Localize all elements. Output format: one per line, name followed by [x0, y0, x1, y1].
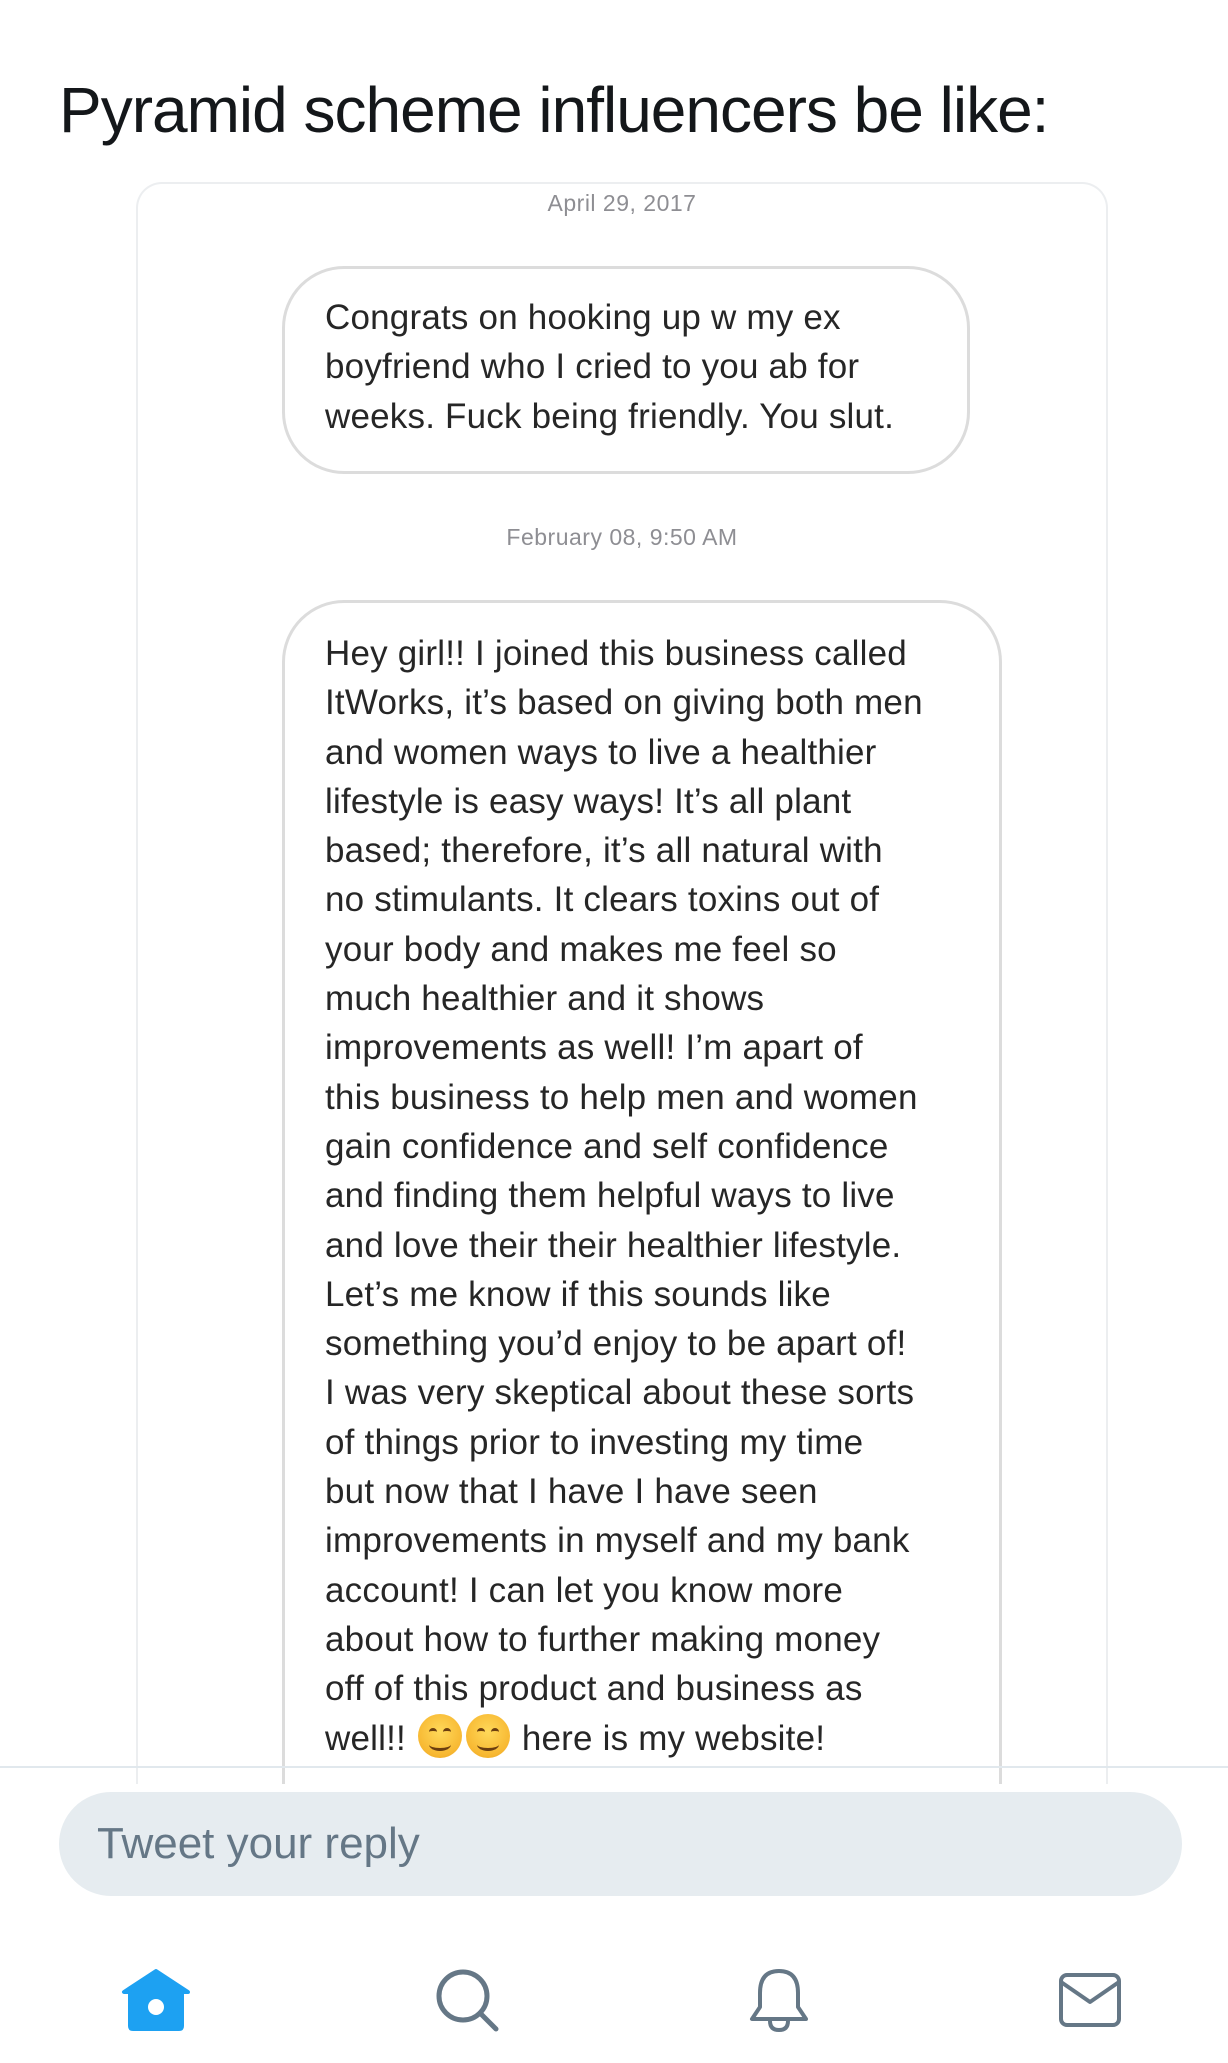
tab-home[interactable]	[116, 1960, 196, 2040]
message-text-last-line: well!! here is my website!	[325, 1713, 971, 1763]
date-label: April 29, 2017	[547, 190, 697, 216]
message-bubble: Congrats on hooking up w my ex boyfriend…	[282, 266, 970, 474]
message-text-fragment: well!!	[325, 1718, 406, 1758]
dm-screenshot-image: April 29, 2017 Congrats on hooking up w …	[136, 182, 1108, 1784]
tab-messages[interactable]	[1050, 1960, 1130, 2040]
tab-notifications[interactable]	[739, 1960, 819, 2040]
message-text: Congrats on hooking up w my ex boyfriend…	[325, 298, 895, 436]
date-label: February 08, 9:50 AM	[506, 524, 738, 550]
search-icon	[436, 1969, 499, 2032]
smiling-face-emoji-icon	[465, 1713, 510, 1758]
message-text: Hey girl!! I joined this business called…	[325, 634, 923, 1709]
tweet-text: Pyramid scheme influencers be like:	[59, 74, 1049, 146]
smiling-face-emoji-icon	[417, 1713, 462, 1758]
home-icon	[122, 1969, 190, 2031]
envelope-icon	[1059, 1973, 1121, 2027]
tab-search[interactable]	[427, 1960, 507, 2040]
bell-icon	[750, 1969, 808, 2033]
reply-input[interactable]	[59, 1792, 1182, 1896]
bottom-tab-bar	[0, 1940, 1228, 2063]
message-text-fragment: here is my website!	[511, 1718, 826, 1758]
reply-divider	[0, 1766, 1228, 1768]
message-bubble: Hey girl!! I joined this business called…	[282, 600, 1002, 1784]
